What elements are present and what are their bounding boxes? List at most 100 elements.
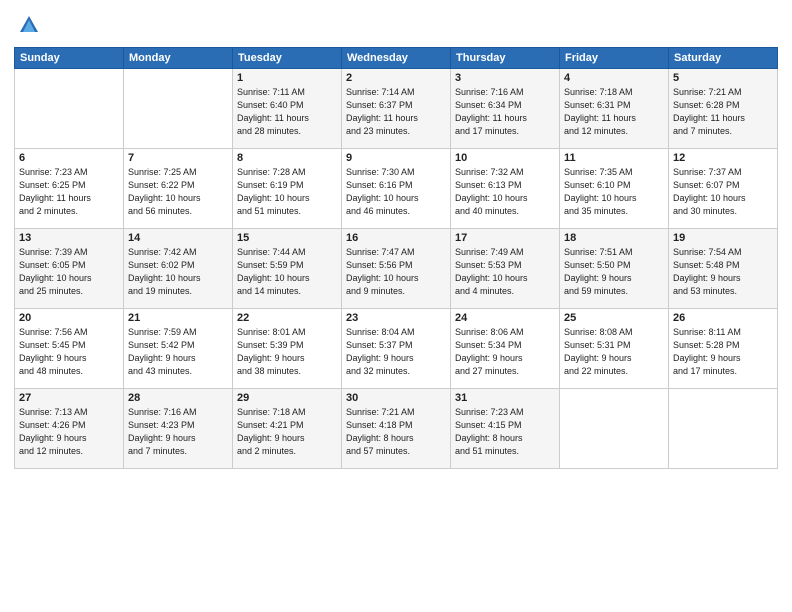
day-cell: 20 Sunrise: 7:56 AMSunset: 5:45 PMDayligh… [15, 308, 124, 388]
day-info: Sunrise: 7:54 AMSunset: 5:48 PMDaylight:… [673, 246, 773, 298]
day-cell [15, 68, 124, 148]
day-cell: 2Sunrise: 7:14 AMSunset: 6:37 PMDaylight… [342, 68, 451, 148]
day-number: 20 [19, 312, 119, 324]
day-number: 18 [564, 232, 664, 244]
week-row-2: 6 Sunrise: 7:23 AMSunset: 6:25 PMDaylight… [15, 148, 778, 228]
day-info: Sunrise: 7:16 AMSunset: 6:34 PMDaylight:… [455, 86, 555, 138]
day-info: Sunrise: 7:13 AMSunset: 4:26 PMDaylight:… [19, 406, 119, 458]
day-number: 30 [346, 392, 446, 404]
day-number: 31 [455, 392, 555, 404]
day-info: Sunrise: 8:08 AMSunset: 5:31 PMDaylight:… [564, 326, 664, 378]
day-info: Sunrise: 7:23 AMSunset: 6:25 PMDaylight:… [19, 166, 119, 218]
day-number: 13 [19, 232, 119, 244]
day-cell: 16 Sunrise: 7:47 AMSunset: 5:56 PMDayligh… [342, 228, 451, 308]
day-info: Sunrise: 7:25 AMSunset: 6:22 PMDaylight:… [128, 166, 228, 218]
day-info: Sunrise: 8:11 AMSunset: 5:28 PMDaylight:… [673, 326, 773, 378]
day-cell: 14Sunrise: 7:42 AMSunset: 6:02 PMDayligh… [124, 228, 233, 308]
day-info: Sunrise: 7:30 AMSunset: 6:16 PMDaylight:… [346, 166, 446, 218]
day-cell: 18 Sunrise: 7:51 AMSunset: 5:50 PMDayligh… [560, 228, 669, 308]
day-cell: 7 Sunrise: 7:25 AMSunset: 6:22 PMDaylight… [124, 148, 233, 228]
day-info: Sunrise: 7:51 AMSunset: 5:50 PMDaylight:… [564, 246, 664, 298]
day-info: Sunrise: 7:37 AMSunset: 6:07 PMDaylight:… [673, 166, 773, 218]
weekday-sunday: Sunday [15, 47, 124, 68]
day-info: Sunrise: 8:06 AMSunset: 5:34 PMDaylight:… [455, 326, 555, 378]
week-row-3: 13 Sunrise: 7:39 AMSunset: 6:05 PMDayligh… [15, 228, 778, 308]
day-number: 15 [237, 232, 337, 244]
day-info: Sunrise: 7:21 AMSunset: 4:18 PMDaylight:… [346, 406, 446, 458]
weekday-friday: Friday [560, 47, 669, 68]
day-number: 2 [346, 72, 446, 84]
weekday-wednesday: Wednesday [342, 47, 451, 68]
weekday-monday: Monday [124, 47, 233, 68]
day-cell: 6 Sunrise: 7:23 AMSunset: 6:25 PMDaylight… [15, 148, 124, 228]
day-info: Sunrise: 7:49 AMSunset: 5:53 PMDaylight:… [455, 246, 555, 298]
day-number: 23 [346, 312, 446, 324]
day-number: 12 [673, 152, 773, 164]
weekday-saturday: Saturday [669, 47, 778, 68]
week-row-5: 27 Sunrise: 7:13 AMSunset: 4:26 PMDayligh… [15, 388, 778, 468]
day-number: 11 [564, 152, 664, 164]
day-info: Sunrise: 7:18 AMSunset: 6:31 PMDaylight:… [564, 86, 664, 138]
day-number: 28 [128, 392, 228, 404]
day-info: Sunrise: 8:01 AMSunset: 5:39 PMDaylight:… [237, 326, 337, 378]
logo-icon [18, 14, 40, 36]
day-number: 25 [564, 312, 664, 324]
day-number: 16 [346, 232, 446, 244]
day-cell: 28 Sunrise: 7:16 AMSunset: 4:23 PMDayligh… [124, 388, 233, 468]
weekday-tuesday: Tuesday [233, 47, 342, 68]
day-number: 26 [673, 312, 773, 324]
day-cell: 3 Sunrise: 7:16 AMSunset: 6:34 PMDaylight… [451, 68, 560, 148]
day-number: 22 [237, 312, 337, 324]
day-cell: 24 Sunrise: 8:06 AMSunset: 5:34 PMDayligh… [451, 308, 560, 388]
day-cell [560, 388, 669, 468]
day-cell: 25 Sunrise: 8:08 AMSunset: 5:31 PMDayligh… [560, 308, 669, 388]
day-number: 21 [128, 312, 228, 324]
day-number: 24 [455, 312, 555, 324]
day-cell: 13 Sunrise: 7:39 AMSunset: 6:05 PMDayligh… [15, 228, 124, 308]
day-cell: 21 Sunrise: 7:59 AMSunset: 5:42 PMDayligh… [124, 308, 233, 388]
day-cell: 9Sunrise: 7:30 AMSunset: 6:16 PMDaylight… [342, 148, 451, 228]
page: SundayMondayTuesdayWednesdayThursdayFrid… [0, 0, 792, 612]
day-number: 27 [19, 392, 119, 404]
day-cell: 1 Sunrise: 7:11 AMSunset: 6:40 PMDaylight… [233, 68, 342, 148]
day-cell: 15Sunrise: 7:44 AMSunset: 5:59 PMDayligh… [233, 228, 342, 308]
day-info: Sunrise: 7:16 AMSunset: 4:23 PMDaylight:… [128, 406, 228, 458]
header [14, 10, 778, 41]
day-cell: 29 Sunrise: 7:18 AMSunset: 4:21 PMDayligh… [233, 388, 342, 468]
day-cell: 11Sunrise: 7:35 AMSunset: 6:10 PMDayligh… [560, 148, 669, 228]
day-info: Sunrise: 7:11 AMSunset: 6:40 PMDaylight:… [237, 86, 337, 138]
day-number: 6 [19, 152, 119, 164]
day-info: Sunrise: 7:56 AMSunset: 5:45 PMDaylight:… [19, 326, 119, 378]
day-info: Sunrise: 7:18 AMSunset: 4:21 PMDaylight:… [237, 406, 337, 458]
day-cell: 8 Sunrise: 7:28 AMSunset: 6:19 PMDaylight… [233, 148, 342, 228]
day-info: Sunrise: 7:42 AMSunset: 6:02 PMDaylight:… [128, 246, 228, 298]
day-number: 4 [564, 72, 664, 84]
day-info: Sunrise: 7:28 AMSunset: 6:19 PMDaylight:… [237, 166, 337, 218]
day-number: 10 [455, 152, 555, 164]
day-cell: 22 Sunrise: 8:01 AMSunset: 5:39 PMDayligh… [233, 308, 342, 388]
day-info: Sunrise: 7:23 AMSunset: 4:15 PMDaylight:… [455, 406, 555, 458]
day-number: 1 [237, 72, 337, 84]
day-cell: 4 Sunrise: 7:18 AMSunset: 6:31 PMDaylight… [560, 68, 669, 148]
day-cell: 27 Sunrise: 7:13 AMSunset: 4:26 PMDayligh… [15, 388, 124, 468]
weekday-thursday: Thursday [451, 47, 560, 68]
day-cell: 31 Sunrise: 7:23 AMSunset: 4:15 PMDayligh… [451, 388, 560, 468]
day-info: Sunrise: 7:47 AMSunset: 5:56 PMDaylight:… [346, 246, 446, 298]
day-number: 29 [237, 392, 337, 404]
day-number: 7 [128, 152, 228, 164]
day-number: 5 [673, 72, 773, 84]
day-number: 8 [237, 152, 337, 164]
day-cell: 30 Sunrise: 7:21 AMSunset: 4:18 PMDayligh… [342, 388, 451, 468]
day-cell: 17Sunrise: 7:49 AMSunset: 5:53 PMDayligh… [451, 228, 560, 308]
day-info: Sunrise: 7:39 AMSunset: 6:05 PMDaylight:… [19, 246, 119, 298]
day-cell: 19Sunrise: 7:54 AMSunset: 5:48 PMDayligh… [669, 228, 778, 308]
day-cell: 5 Sunrise: 7:21 AMSunset: 6:28 PMDaylight… [669, 68, 778, 148]
logo [14, 14, 40, 41]
day-info: Sunrise: 8:04 AMSunset: 5:37 PMDaylight:… [346, 326, 446, 378]
day-info: Sunrise: 7:59 AMSunset: 5:42 PMDaylight:… [128, 326, 228, 378]
day-cell: 12 Sunrise: 7:37 AMSunset: 6:07 PMDayligh… [669, 148, 778, 228]
day-number: 3 [455, 72, 555, 84]
day-info: Sunrise: 7:21 AMSunset: 6:28 PMDaylight:… [673, 86, 773, 138]
week-row-1: 1 Sunrise: 7:11 AMSunset: 6:40 PMDaylight… [15, 68, 778, 148]
week-row-4: 20 Sunrise: 7:56 AMSunset: 5:45 PMDayligh… [15, 308, 778, 388]
